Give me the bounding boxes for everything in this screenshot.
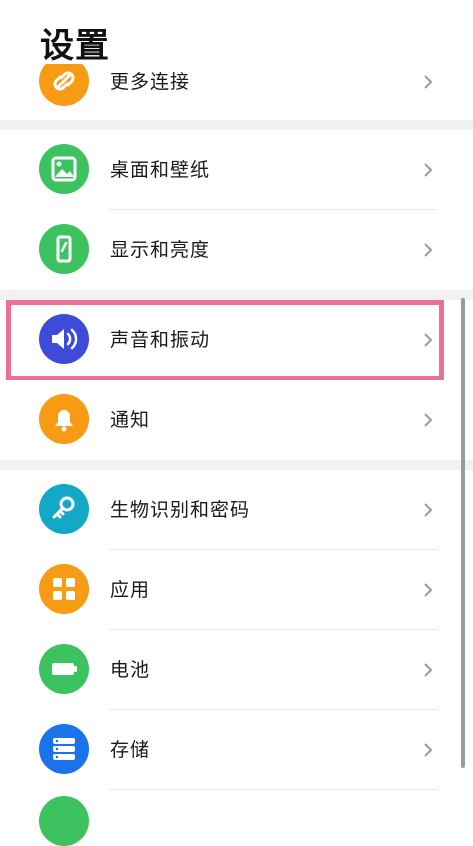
chevron-right-icon — [424, 413, 433, 427]
chevron-right-icon — [424, 163, 433, 177]
settings-item-storage[interactable]: 存储 — [0, 710, 473, 790]
chevron-right-icon — [424, 663, 433, 677]
settings-item-label: 生物识别和密码 — [110, 499, 251, 521]
settings-item-label: 电池 — [110, 659, 151, 681]
settings-item-apps[interactable]: 应用 — [0, 550, 473, 630]
settings-item-label: 应用 — [110, 579, 151, 601]
next-item-icon-partial — [39, 796, 89, 846]
bell-icon — [39, 394, 89, 444]
section-gap — [0, 290, 473, 300]
settings-item-battery[interactable]: 电池 — [0, 630, 473, 710]
section-gap — [0, 120, 473, 130]
page-title: 设置 — [40, 26, 110, 66]
section-gap — [0, 460, 473, 470]
key-icon — [39, 484, 89, 534]
storage-icon — [39, 724, 89, 774]
battery-icon — [39, 644, 89, 694]
settings-item-notifications[interactable]: 通知 — [0, 380, 473, 460]
scrollbar[interactable] — [461, 298, 465, 768]
chevron-right-icon — [424, 75, 433, 89]
settings-item-biometrics-password[interactable]: 生物识别和密码 — [0, 470, 473, 550]
chevron-right-icon — [424, 743, 433, 757]
settings-item-label: 存储 — [110, 739, 151, 761]
grid-icon — [39, 564, 89, 614]
settings-item-label: 通知 — [110, 409, 151, 431]
row-divider — [110, 789, 437, 790]
settings-item-label: 桌面和壁纸 — [110, 159, 211, 181]
image-icon — [39, 144, 89, 194]
settings-item-display-brightness[interactable]: 显示和亮度 — [0, 210, 473, 290]
settings-item-label: 显示和亮度 — [110, 239, 211, 261]
settings-item-desktop-wallpaper[interactable]: 桌面和壁纸 — [0, 130, 473, 210]
chevron-right-icon — [424, 503, 433, 517]
chevron-right-icon — [424, 583, 433, 597]
highlight-box — [6, 300, 444, 381]
chevron-right-icon — [424, 243, 433, 257]
phone-brightness-icon — [39, 224, 89, 274]
